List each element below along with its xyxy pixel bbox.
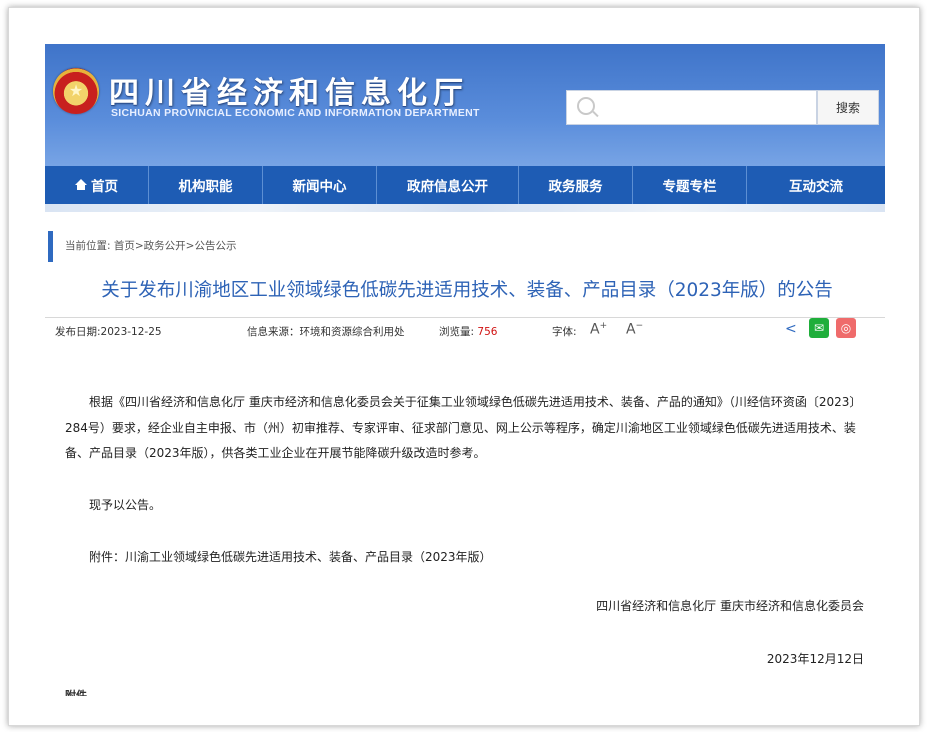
font-decrease-glyph: A: [626, 321, 636, 338]
share-icon[interactable]: <: [785, 321, 797, 337]
views-number: 756: [477, 326, 498, 338]
search-button[interactable]: 搜索: [817, 90, 879, 125]
nav-item-home[interactable]: 首页: [45, 166, 149, 204]
info-source: 信息来源：环境和资源综合利用处: [247, 326, 405, 338]
site-title-en: SICHUAN PROVINCIAL ECONOMIC AND INFORMAT…: [111, 107, 480, 119]
emblem-icon: ★: [53, 68, 99, 114]
font-increase-glyph: A: [590, 321, 600, 338]
nav-item-gov-info[interactable]: 政府信息公开: [377, 166, 519, 204]
browser-frame: ★ 四川省经济和信息化厅 SICHUAN PROVINCIAL ECONOMIC…: [8, 7, 920, 726]
header-decoration: [45, 204, 885, 212]
font-decrease-button[interactable]: A−: [626, 321, 643, 338]
attachment-line[interactable]: 附件：川渝工业领域绿色低碳先进适用技术、装备、产品目录（2023年版）: [65, 545, 865, 571]
site-title-cn: 四川省经济和信息化厅: [109, 76, 469, 111]
minus-icon: −: [635, 321, 644, 331]
publish-date: 发布日期:2023-12-25: [55, 326, 162, 338]
nav-item-label: 首页: [91, 179, 118, 195]
nav-item-label: 机构职能: [178, 179, 233, 195]
article-title: 关于发布川渝地区工业领域绿色低碳先进适用技术、装备、产品目录（2023年版）的公…: [101, 280, 833, 301]
article-signature: 四川省经济和信息化厅 重庆市经济和信息化委员会: [596, 599, 864, 613]
weibo-icon[interactable]: ◎: [836, 318, 856, 338]
nav-item-label: 新闻中心: [292, 179, 347, 195]
plus-icon: +: [599, 321, 608, 331]
breadcrumb-marker: [48, 231, 53, 262]
nav-item-label: 政务服务: [548, 179, 603, 195]
font-size-label: 字体:: [552, 326, 577, 338]
views-label: 浏览量:: [439, 326, 475, 338]
attachment-section-label: 附件: [65, 689, 87, 696]
article-meta: 发布日期:2023-12-25 信息来源：环境和资源综合利用处 浏览量: 756…: [45, 317, 885, 342]
nav-item-interaction[interactable]: 互动交流: [747, 166, 885, 204]
article-paragraph: 根据《四川省经济和信息化厅 重庆市经济和信息化委员会关于征集工业领域绿色低碳先进…: [65, 395, 862, 460]
nav-item-label: 专题专栏: [662, 179, 717, 195]
search-box[interactable]: [566, 90, 817, 125]
site-header: ★ 四川省经济和信息化厅 SICHUAN PROVINCIAL ECONOMIC…: [45, 44, 885, 212]
main-nav: 首页 机构职能 新闻中心 政府信息公开 政务服务 专题专栏 互动交流: [45, 166, 885, 204]
nav-item-organization[interactable]: 机构职能: [149, 166, 263, 204]
article-date: 2023年12月12日: [766, 652, 864, 666]
search-icon: [577, 97, 595, 115]
nav-item-label: 互动交流: [789, 179, 843, 195]
breadcrumb[interactable]: 当前位置: 首页>政务公开>公告公示: [65, 238, 236, 253]
article-paragraph: 现予以公告。: [89, 498, 162, 512]
wechat-icon[interactable]: ✉: [809, 318, 829, 338]
font-increase-button[interactable]: A+: [590, 321, 607, 338]
nav-item-services[interactable]: 政务服务: [519, 166, 633, 204]
nav-item-label: 政府信息公开: [407, 179, 488, 195]
views-count: 浏览量: 756: [439, 324, 497, 339]
search-input[interactable]: [603, 95, 807, 121]
nav-item-topics[interactable]: 专题专栏: [633, 166, 747, 204]
home-icon: [75, 179, 87, 190]
nav-item-news[interactable]: 新闻中心: [263, 166, 377, 204]
